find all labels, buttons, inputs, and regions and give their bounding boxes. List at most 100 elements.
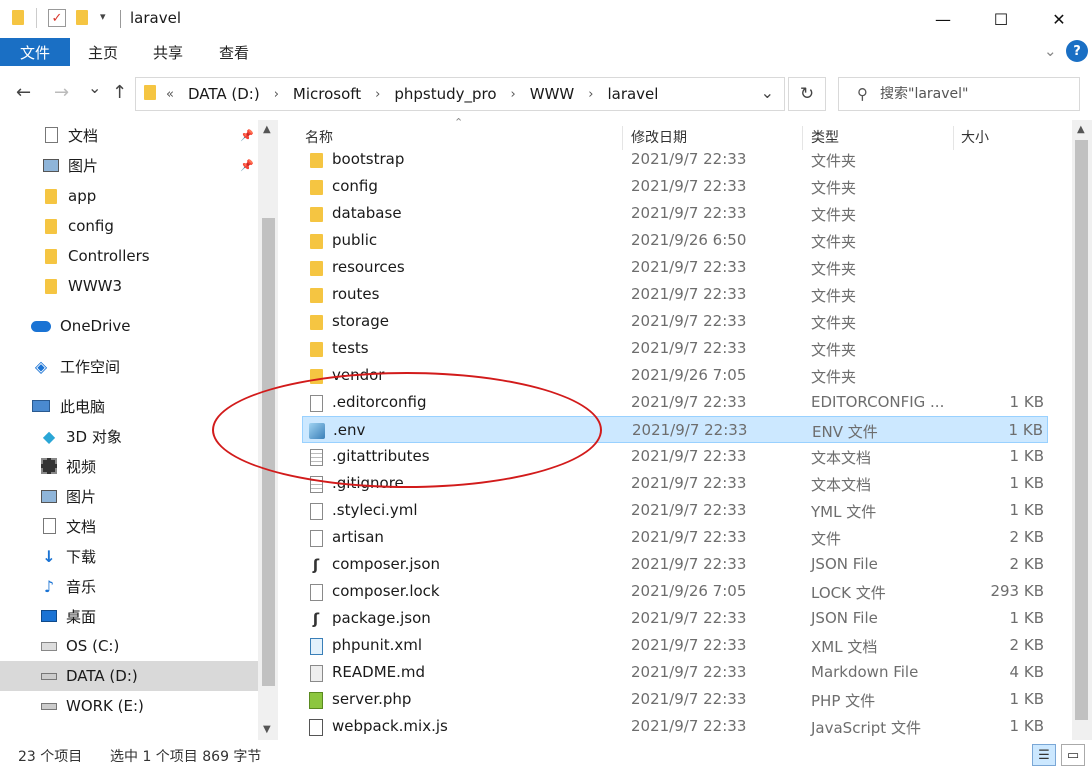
sidebar-item-label: 音乐: [66, 577, 97, 596]
file-row[interactable]: tests 2021/9/7 22:33 文件夹: [302, 335, 1048, 362]
search-box[interactable]: ⚲: [838, 77, 1080, 111]
file-row[interactable]: ʃ package.json 2021/9/7 22:33 JSON File 1 KB: [302, 605, 1048, 632]
tab-file[interactable]: 文件: [0, 38, 70, 66]
breadcrumb-separator[interactable]: ›: [375, 87, 380, 102]
back-button[interactable]: ←: [16, 82, 31, 103]
file-type: 文件夹: [811, 341, 857, 359]
breadcrumb-separator[interactable]: ›: [274, 87, 279, 102]
tab-home[interactable]: 主页: [72, 38, 134, 66]
breadcrumb-item[interactable]: phpstudy_pro: [394, 85, 496, 103]
file-row[interactable]: ʃ composer.json 2021/9/7 22:33 JSON File 2 K…: [302, 551, 1048, 578]
sidebar-item-music[interactable]: ♪ 音乐: [0, 571, 258, 601]
sidebar-item-app[interactable]: app: [0, 181, 258, 211]
recent-locations-button[interactable]: ⌄: [88, 78, 101, 97]
sidebar-item-workspace[interactable]: ◈ 工作空间: [0, 351, 258, 381]
breadcrumb-item[interactable]: WWW: [530, 85, 575, 103]
search-input[interactable]: [880, 86, 1060, 102]
scroll-down-icon[interactable]: ▼: [263, 724, 271, 735]
os-drive-icon: [40, 637, 58, 655]
file-row[interactable]: public 2021/9/26 6:50 文件夹: [302, 227, 1048, 254]
pin-icon[interactable]: 📌: [240, 129, 254, 142]
tab-share[interactable]: 共享: [136, 38, 200, 66]
breadcrumb-separator[interactable]: ›: [588, 87, 593, 102]
breadcrumb-overflow[interactable]: «: [166, 87, 174, 102]
file-modified-date: 2021/9/7 22:33: [631, 663, 747, 681]
file-row[interactable]: webpack.mix.js 2021/9/7 22:33 JavaScript 文…: [302, 713, 1048, 740]
folder-icon: [308, 286, 324, 304]
file-name: package.json: [332, 609, 431, 627]
file-row[interactable]: artisan 2021/9/7 22:33 文件 2 KB: [302, 524, 1048, 551]
file-type: Markdown File: [811, 663, 919, 681]
sidebar-item-videos[interactable]: 视频: [0, 451, 258, 481]
help-icon[interactable]: ?: [1066, 40, 1088, 62]
file-size: 1 KB: [1008, 421, 1043, 439]
sidebar-item-label: WORK (E:): [66, 697, 144, 715]
folder-icon[interactable]: [12, 10, 24, 29]
file-row[interactable]: composer.lock 2021/9/26 7:05 LOCK 文件 293 KB: [302, 578, 1048, 605]
sidebar-item-desktop[interactable]: 桌面: [0, 601, 258, 631]
file-size: 1 KB: [1009, 393, 1044, 411]
breadcrumb-item[interactable]: laravel: [607, 85, 658, 103]
new-folder-icon[interactable]: [76, 10, 88, 29]
breadcrumb-item[interactable]: Microsoft: [293, 85, 361, 103]
sidebar-item-data-d[interactable]: DATA (D:): [0, 661, 258, 691]
chevron-down-icon[interactable]: ⌄: [1044, 42, 1057, 60]
file-name: database: [332, 204, 402, 222]
address-bar[interactable]: « DATA (D:) › Microsoft › phpstudy_pro ›…: [135, 77, 785, 111]
refresh-button[interactable]: ↻: [788, 77, 826, 111]
up-button[interactable]: ↑: [112, 82, 127, 103]
sidebar-item-work-e[interactable]: WORK (E:): [0, 691, 258, 721]
sidebar-item-label: 文档: [68, 126, 99, 145]
minimize-button[interactable]: —: [920, 0, 966, 38]
sidebar-item-label: OneDrive: [60, 317, 131, 335]
file-name: tests: [332, 339, 369, 357]
file-size: 1 KB: [1009, 474, 1044, 492]
folder-icon: [308, 259, 324, 277]
close-button[interactable]: ✕: [1036, 0, 1082, 38]
sidebar-item-controllers[interactable]: Controllers: [0, 241, 258, 271]
details-view-icon[interactable]: ☰: [1032, 744, 1056, 766]
forward-button[interactable]: →: [54, 82, 69, 103]
file-modified-date: 2021/9/7 22:33: [631, 204, 747, 222]
pin-icon[interactable]: 📌: [240, 159, 254, 172]
customize-toolbar-icon[interactable]: ▾: [100, 10, 106, 23]
file-row[interactable]: phpunit.xml 2021/9/7 22:33 XML 文档 2 KB: [302, 632, 1048, 659]
sidebar-item-label: DATA (D:): [66, 667, 138, 685]
large-icons-view-icon[interactable]: ▭: [1061, 744, 1085, 766]
file-modified-date: 2021/9/7 22:33: [631, 150, 747, 168]
file-row[interactable]: bootstrap 2021/9/7 22:33 文件夹: [302, 146, 1048, 173]
file-type: ENV 文件: [812, 423, 878, 441]
breadcrumb-item[interactable]: DATA (D:): [188, 85, 260, 103]
file-row[interactable]: .styleci.yml 2021/9/7 22:33 YML 文件 1 KB: [302, 497, 1048, 524]
sidebar-item-documents[interactable]: 文档: [0, 511, 258, 541]
folder-icon: [42, 217, 60, 235]
maximize-button[interactable]: ☐: [978, 0, 1024, 38]
file-row[interactable]: routes 2021/9/7 22:33 文件夹: [302, 281, 1048, 308]
file-row[interactable]: resources 2021/9/7 22:33 文件夹: [302, 254, 1048, 281]
file-row[interactable]: README.md 2021/9/7 22:33 Markdown File 4 KB: [302, 659, 1048, 686]
file-list-scrollbar-thumb[interactable]: [1075, 140, 1088, 720]
sidebar-item-downloads[interactable]: ↓ 下载: [0, 541, 258, 571]
file-size: 1 KB: [1009, 609, 1044, 627]
sidebar-item-pictures[interactable]: 图片: [0, 481, 258, 511]
selection-info: 选中 1 个项目 869 字节: [110, 749, 262, 765]
sidebar-item-pictures-pinned[interactable]: 图片 📌: [0, 150, 258, 180]
file-row[interactable]: storage 2021/9/7 22:33 文件夹: [302, 308, 1048, 335]
sidebar-item-www3[interactable]: WWW3: [0, 271, 258, 301]
file-row[interactable]: server.php 2021/9/7 22:33 PHP 文件 1 KB: [302, 686, 1048, 713]
file-type: 文件夹: [811, 314, 857, 332]
sidebar-item-onedrive[interactable]: OneDrive: [0, 311, 258, 341]
breadcrumb-separator[interactable]: ›: [511, 87, 516, 102]
tab-view[interactable]: 查看: [202, 38, 266, 66]
sidebar-item-config[interactable]: config: [0, 211, 258, 241]
sidebar-item-os-c[interactable]: OS (C:): [0, 631, 258, 661]
address-dropdown-button[interactable]: ⌄: [761, 83, 774, 102]
scroll-up-icon[interactable]: ▲: [1077, 124, 1085, 135]
sidebar-item-documents-pinned[interactable]: 文档 📌: [0, 120, 258, 150]
file-row[interactable]: config 2021/9/7 22:33 文件夹: [302, 173, 1048, 200]
file-name: README.md: [332, 663, 426, 681]
scroll-up-icon[interactable]: ▲: [263, 124, 271, 135]
file-modified-date: 2021/9/7 22:33: [631, 636, 747, 654]
properties-icon[interactable]: ✓: [48, 9, 66, 27]
file-row[interactable]: database 2021/9/7 22:33 文件夹: [302, 200, 1048, 227]
